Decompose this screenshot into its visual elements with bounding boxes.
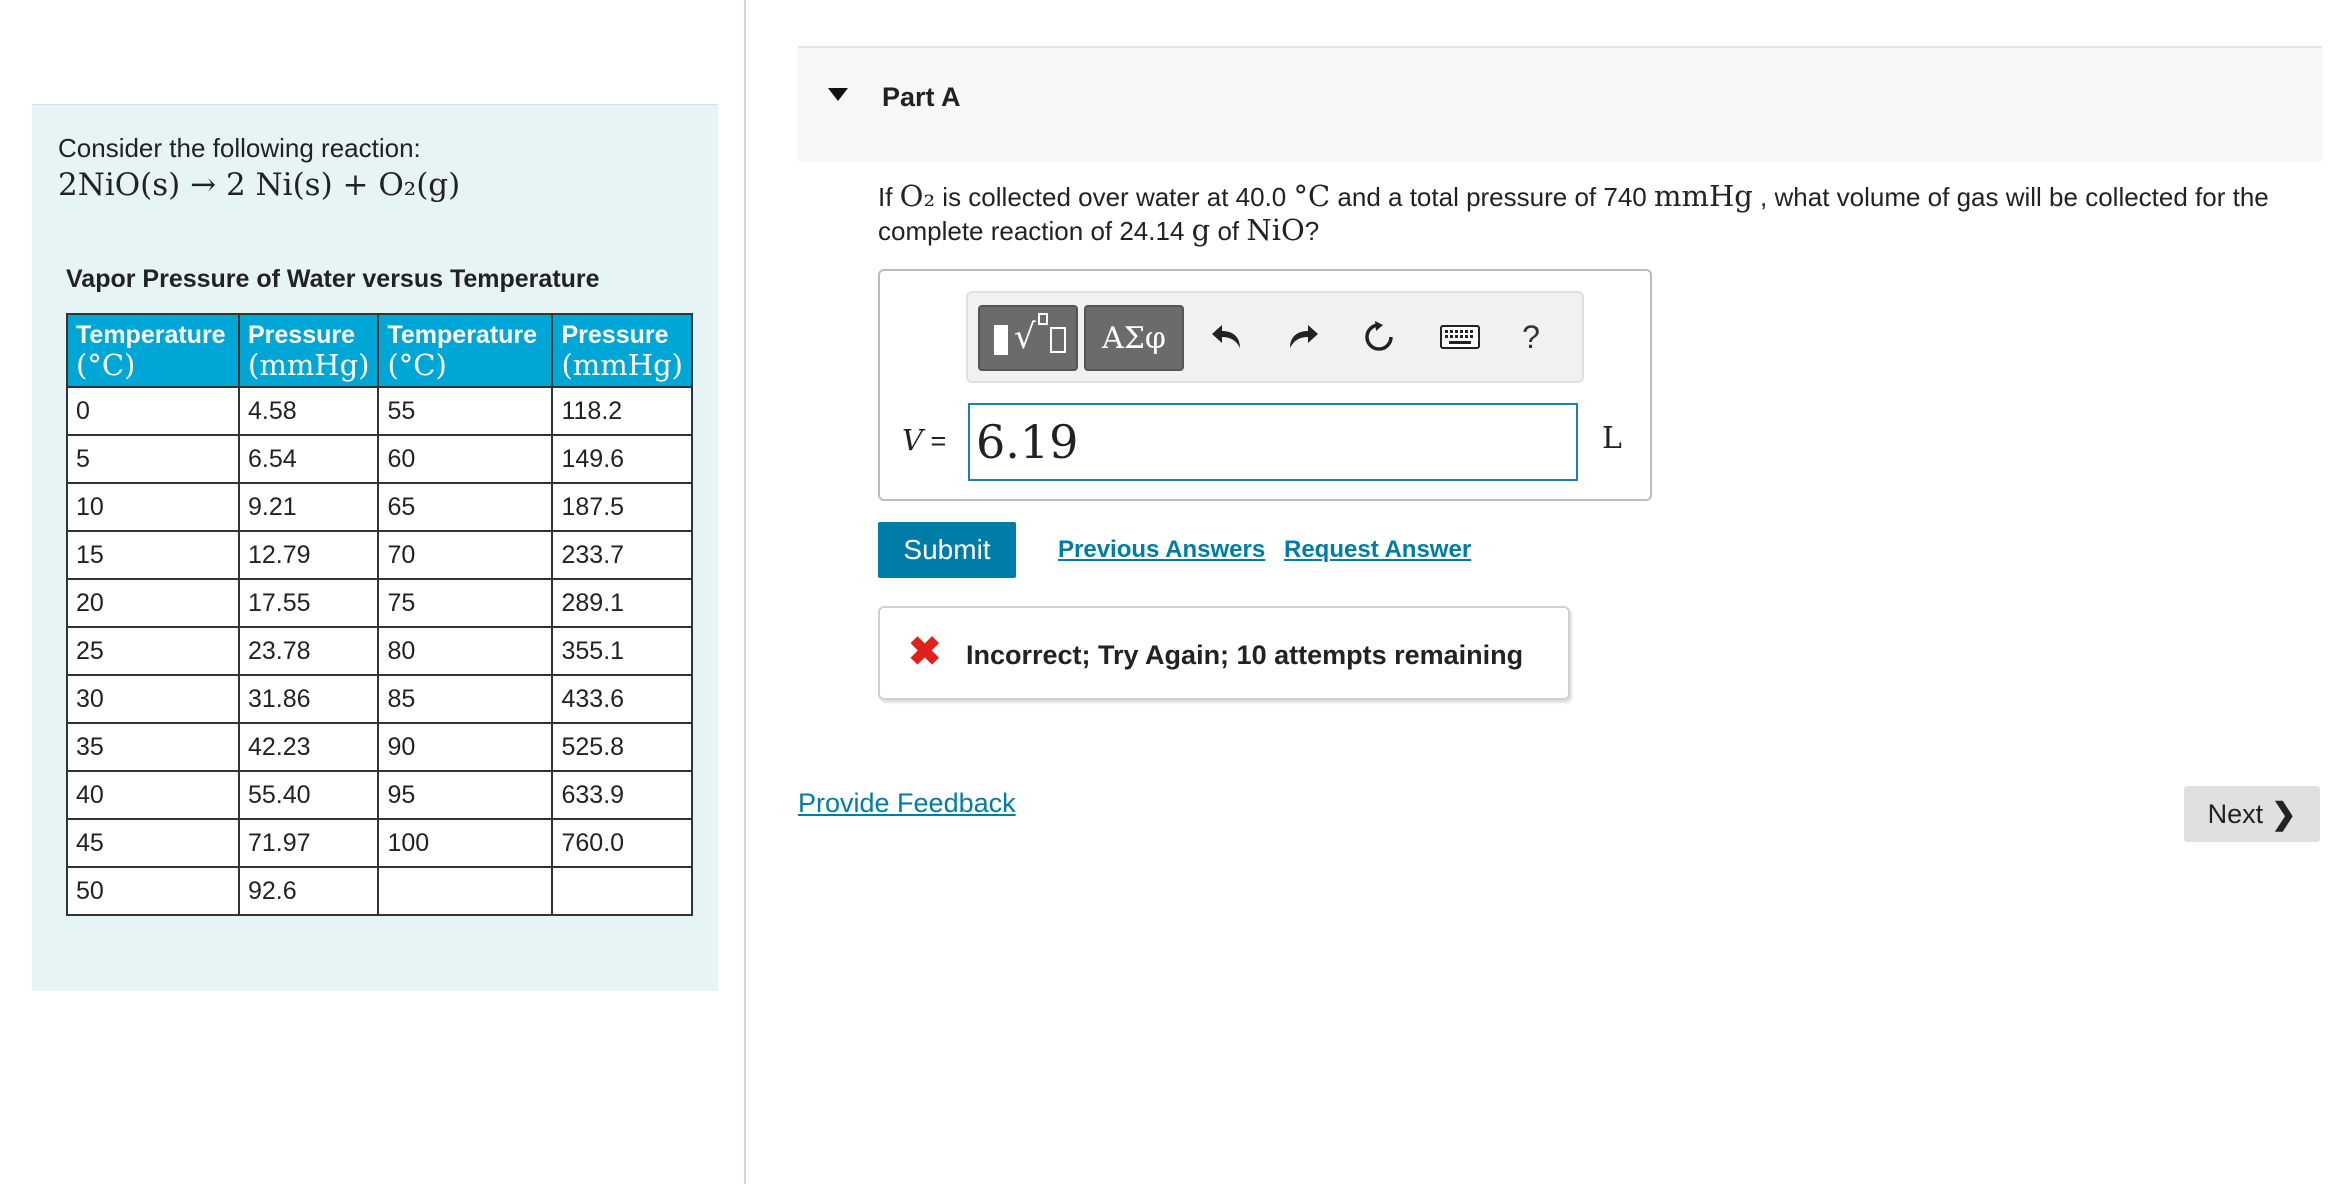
question-text: If O₂ is collected over water at 40.0 °C… — [878, 179, 2269, 247]
request-answer-link[interactable]: Request Answer — [1284, 536, 1471, 564]
feedback-box: ✖ Incorrect; Try Again; 10 attempts rema… — [878, 606, 1570, 700]
table-cell: 55 — [377, 386, 554, 436]
next-button[interactable]: Next ❯ — [2184, 786, 2320, 842]
table-cell: 95 — [377, 770, 554, 820]
table-cell: 355.1 — [551, 626, 693, 676]
submit-button[interactable]: Submit — [878, 522, 1016, 578]
table-cell: 433.6 — [551, 674, 693, 724]
table-cell: 31.86 — [237, 674, 380, 724]
table-cell: 12.79 — [237, 530, 380, 580]
part-title: Part A — [882, 82, 961, 112]
provide-feedback-link[interactable]: Provide Feedback — [798, 788, 1016, 819]
header-pressure-1: Pressure (mmHg) — [237, 313, 380, 388]
table-cell: 9.21 — [237, 482, 380, 532]
next-label: Next — [2207, 798, 2264, 829]
table-cell: 6.54 — [237, 434, 380, 484]
table-cell: 15 — [66, 530, 240, 580]
table-cell: 289.1 — [551, 578, 693, 628]
problem-intro-panel: Consider the following reaction: 2NiO(s)… — [32, 104, 718, 991]
previous-answers-link[interactable]: Previous Answers — [1058, 536, 1265, 564]
table-cell: 100 — [377, 818, 554, 868]
help-icon[interactable]: ? — [1508, 313, 1554, 361]
table-cell: 85 — [377, 674, 554, 724]
table-cell: 45 — [66, 818, 240, 868]
panel-divider — [744, 0, 746, 1184]
redo-icon[interactable] — [1280, 313, 1326, 361]
table-row: 45 71.97 100 760.0 — [66, 818, 693, 868]
part-header[interactable]: Part A — [798, 46, 2322, 162]
greek-letters-icon[interactable]: ΑΣφ — [1084, 305, 1184, 371]
table-cell: 71.97 — [237, 818, 380, 868]
table-cell: 90 — [377, 722, 554, 772]
table-cell: 70 — [377, 530, 554, 580]
table-cell: 25 — [66, 626, 240, 676]
table-cell: 35 — [66, 722, 240, 772]
table-cell: 30 — [66, 674, 240, 724]
table-cell: 92.6 — [237, 866, 380, 916]
table-cell: 4.58 — [237, 386, 380, 436]
answer-box: √ ΑΣφ ? V = 6.19 L — [878, 269, 1652, 501]
header-temperature-2: Temperature (°C) — [377, 313, 554, 388]
undo-icon[interactable] — [1204, 313, 1250, 361]
table-cell: 5 — [66, 434, 240, 484]
table-cell: 40 — [66, 770, 240, 820]
table-row: 40 55.40 95 633.9 — [66, 770, 693, 820]
collapse-triangle-icon[interactable] — [828, 88, 848, 101]
table-cell: 20 — [66, 578, 240, 628]
incorrect-x-icon: ✖ — [908, 630, 942, 674]
table-cell: 149.6 — [551, 434, 693, 484]
table-cell: 118.2 — [551, 386, 693, 436]
intro-text: Consider the following reaction: — [58, 133, 421, 163]
table-row: 50 92.6 — [66, 866, 693, 916]
table-row: 30 31.86 85 433.6 — [66, 674, 693, 724]
table-cell: 525.8 — [551, 722, 693, 772]
templates-icon[interactable]: √ — [978, 305, 1078, 371]
table-row: 25 23.78 80 355.1 — [66, 626, 693, 676]
table-cell: 42.23 — [237, 722, 380, 772]
table-cell: 233.7 — [551, 530, 693, 580]
table-header-row: Temperature (°C) Pressure (mmHg) Temperatu… — [66, 313, 693, 388]
table-cell: 65 — [377, 482, 554, 532]
table-row: 10 9.21 65 187.5 — [66, 482, 693, 532]
table-cell: 17.55 — [237, 578, 380, 628]
table-row: 15 12.79 70 233.7 — [66, 530, 693, 580]
table-cell: 760.0 — [551, 818, 693, 868]
reset-icon[interactable] — [1356, 313, 1402, 361]
vapor-pressure-table: Temperature (°C) Pressure (mmHg) Temperatu… — [66, 313, 693, 916]
table-cell: 60 — [377, 434, 554, 484]
keyboard-icon[interactable] — [1432, 313, 1488, 361]
variable-label: V = — [902, 423, 947, 457]
table-cell — [551, 866, 693, 916]
reaction-equation: 2NiO(s) → 2 Ni(s) + O₂(g) — [58, 167, 461, 203]
feedback-message: Incorrect; Try Again; 10 attempts remain… — [966, 640, 1524, 670]
table-row: 35 42.23 90 525.8 — [66, 722, 693, 772]
unit-label: L — [1602, 421, 1622, 456]
table-cell — [377, 866, 554, 916]
header-pressure-2: Pressure (mmHg) — [551, 313, 693, 388]
table-row: 5 6.54 60 149.6 — [66, 434, 693, 484]
chevron-right-icon: ❯ — [2271, 797, 2297, 831]
table-title: Vapor Pressure of Water versus Temperatu… — [66, 265, 600, 293]
answer-input[interactable]: 6.19 — [968, 403, 1578, 481]
table-cell: 23.78 — [237, 626, 380, 676]
table-cell: 50 — [66, 866, 240, 916]
table-cell: 10 — [66, 482, 240, 532]
table-cell: 0 — [66, 386, 240, 436]
table-row: 20 17.55 75 289.1 — [66, 578, 693, 628]
table-cell: 80 — [377, 626, 554, 676]
math-toolbar: √ ΑΣφ ? — [966, 291, 1584, 383]
table-cell: 55.40 — [237, 770, 380, 820]
table-cell: 187.5 — [551, 482, 693, 532]
table-row: 0 4.58 55 118.2 — [66, 386, 693, 436]
header-temperature-1: Temperature (°C) — [66, 313, 240, 388]
table-cell: 75 — [377, 578, 554, 628]
table-cell: 633.9 — [551, 770, 693, 820]
